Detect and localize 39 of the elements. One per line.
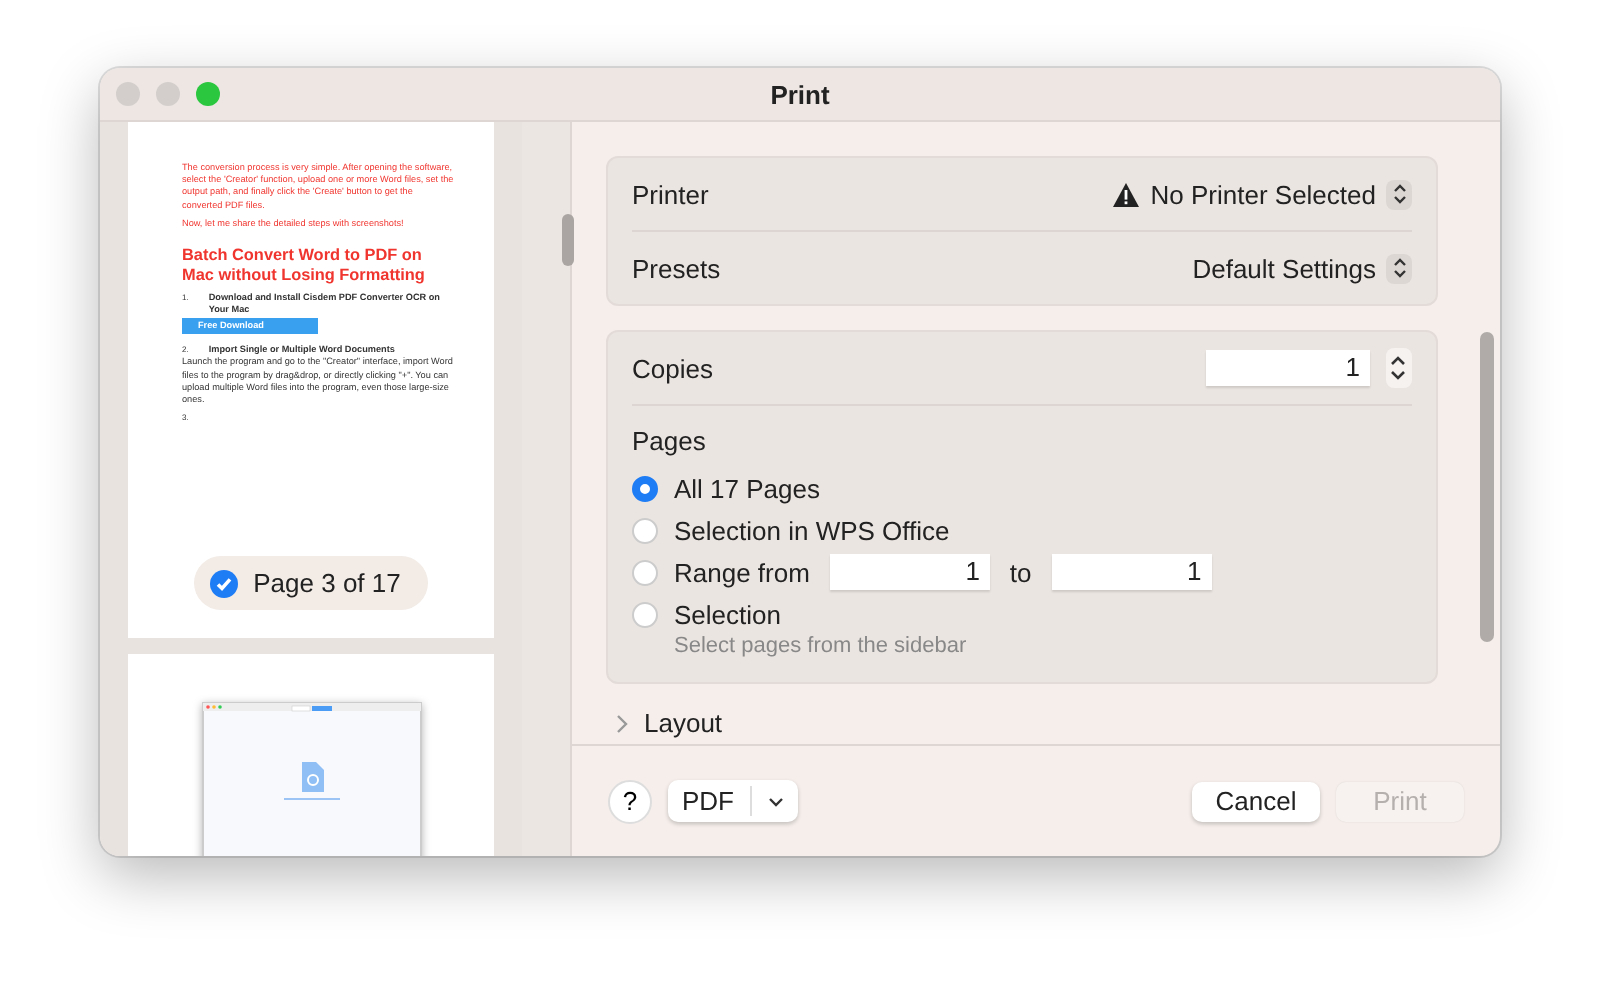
pdf-menu-button[interactable]: PDF <box>668 780 798 822</box>
scrollbar-thumb[interactable] <box>562 214 574 266</box>
range-to-label: to <box>1009 557 1032 587</box>
hint-text: Select pages from the sidebar <box>674 634 969 658</box>
chevron-updown-icon <box>1386 253 1412 283</box>
popup-button[interactable]: Default Settings <box>1192 253 1412 283</box>
caret-icon <box>768 795 784 807</box>
document-heading: Batch Convert Word to PDF on Mac without Losing Formatting <box>182 245 427 286</box>
setting-label: Printer <box>632 179 709 209</box>
page-number: Page 3 of 17 <box>253 568 401 598</box>
radio-label: All 17 Pages <box>674 473 820 503</box>
page-badge[interactable]: Page 3 of 17 <box>193 556 429 610</box>
warning-icon <box>1112 181 1141 207</box>
radio-button[interactable] <box>632 475 658 501</box>
stepper-icon[interactable] <box>1386 348 1412 388</box>
range-from-field[interactable]: 1 <box>829 554 990 590</box>
close-icon[interactable] <box>116 82 140 106</box>
layout-disclosure[interactable]: Layout <box>616 708 1500 740</box>
minimize-icon[interactable] <box>156 82 180 106</box>
checkmark-icon[interactable] <box>209 569 238 597</box>
radio-button[interactable] <box>632 559 658 585</box>
chevron-updown-icon <box>1386 179 1412 209</box>
help-button[interactable]: ? <box>608 779 652 823</box>
page-preview[interactable] <box>128 122 494 638</box>
copies-label: Copies <box>632 353 713 383</box>
window-title: Print <box>770 79 830 109</box>
radio-label: Selection in WPS Office <box>674 515 950 545</box>
copies-field[interactable]: 1 <box>1206 350 1370 386</box>
popup-button[interactable]: No Printer Selected <box>1112 179 1412 209</box>
radio-button[interactable] <box>632 517 658 543</box>
scrollbar-thumb[interactable] <box>1480 332 1494 642</box>
setting-label: Presets <box>632 253 721 283</box>
radio-label: Range from <box>674 557 810 587</box>
cancel-button[interactable]: Cancel <box>1192 781 1320 821</box>
pages-label: Pages <box>632 426 708 456</box>
zoom-icon[interactable] <box>196 82 220 106</box>
radio-button[interactable] <box>632 601 658 627</box>
range-to-field[interactable]: 1 <box>1051 554 1212 590</box>
radio-label: Selection <box>674 599 781 629</box>
